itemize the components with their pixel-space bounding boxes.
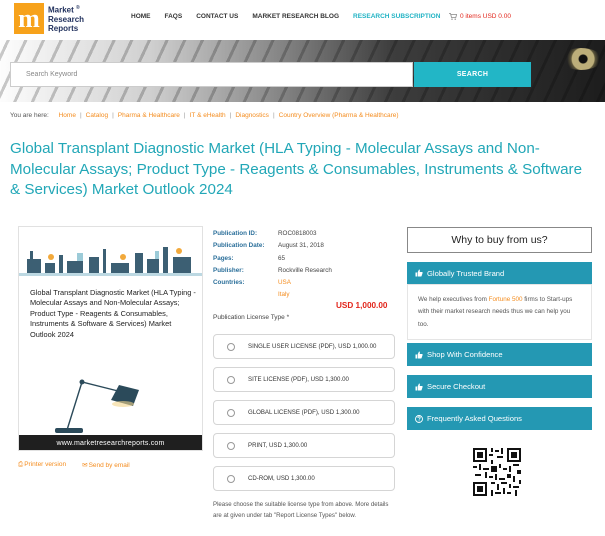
breadcrumb-home[interactable]: Home xyxy=(59,112,76,119)
cover-title: Global Transplant Diagnostic Market (HLA… xyxy=(30,288,196,339)
nav-research-subscription[interactable]: RESEARCH SUBSCRIPTION xyxy=(353,13,440,20)
license-option-site[interactable]: SITE LICENSE (PDF), USD 1,300.00 xyxy=(213,367,395,392)
tiger-eye-image xyxy=(560,48,602,70)
breadcrumb-diagnostics[interactable]: Diagnostics xyxy=(235,112,269,119)
publication-id: ROC0818003 xyxy=(278,230,317,237)
publication-date: August 31, 2018 xyxy=(278,242,324,250)
question-circle-icon xyxy=(415,414,423,423)
breadcrumb-it-ehealth[interactable]: IT & eHealth xyxy=(190,112,226,119)
secure-checkout[interactable]: Secure Checkout xyxy=(407,375,592,398)
report-cover: Global Transplant Diagnostic Market (HLA… xyxy=(18,226,203,451)
breadcrumb-pharma[interactable]: Pharma & Healthcare xyxy=(118,112,180,119)
main-nav: HOME FAQS CONTACT US MARKET RESEARCH BLO… xyxy=(131,13,440,20)
send-email-link[interactable]: ✉Send by email xyxy=(82,461,138,469)
qr-code xyxy=(471,446,523,498)
radio-button[interactable] xyxy=(227,408,235,417)
license-type-label: Publication License Type * xyxy=(213,314,290,321)
search-button[interactable]: SEARCH xyxy=(414,62,531,87)
logo-mark: m xyxy=(14,3,44,34)
cart-summary: 0 items USD 0.00 xyxy=(460,13,511,20)
thumbs-up-icon xyxy=(415,269,423,277)
license-option-single-user[interactable]: SINGLE USER LICENSE (PDF), USD 1,000.00 xyxy=(213,334,395,359)
search-input[interactable]: Search Keyword xyxy=(10,62,413,87)
pages-count: 65 xyxy=(278,254,286,262)
why-buy-heading: Why to buy from us? xyxy=(407,227,592,253)
license-option-print[interactable]: PRINT, USD 1,300.00 xyxy=(213,433,395,458)
cover-url: www.marketresearchreports.com xyxy=(19,435,202,450)
license-option-cd-rom[interactable]: CD-ROM, USD 1,300.00 xyxy=(213,466,395,491)
cover-lab-illustration xyxy=(19,227,202,283)
frequently-asked-questions[interactable]: Frequently Asked Questions xyxy=(407,407,592,430)
license-note: Please choose the suitable license type … xyxy=(213,501,389,519)
trusted-brand-description: We help executives from Fortune 500 firm… xyxy=(407,284,592,340)
publisher: Rockville Research xyxy=(278,266,332,274)
country-usa[interactable]: USA xyxy=(278,277,291,289)
radio-button[interactable] xyxy=(227,375,235,384)
breadcrumb: You are here: Home | Catalog | Pharma & … xyxy=(10,112,399,119)
site-logo[interactable]: m Market ® Research Reports xyxy=(14,2,86,35)
radio-button[interactable] xyxy=(227,474,235,483)
breadcrumb-catalog[interactable]: Catalog xyxy=(86,112,108,119)
radio-button[interactable] xyxy=(227,441,235,450)
license-option-global[interactable]: GLOBAL LICENSE (PDF), USD 1,300.00 xyxy=(213,400,395,425)
thumbs-up-icon xyxy=(415,383,423,390)
cover-lamp-illustration xyxy=(55,379,139,433)
thumbs-up-icon xyxy=(415,351,423,358)
site-header: m Market ® Research Reports HOME FAQS CO… xyxy=(0,0,605,40)
report-price: USD 1,000.00 xyxy=(336,301,388,310)
cart-link[interactable]: 0 items USD 0.00 xyxy=(449,13,511,20)
nav-blog[interactable]: MARKET RESEARCH BLOG xyxy=(252,13,339,20)
report-actions: ⎙Printer version ✉Send by email xyxy=(18,461,146,469)
breadcrumb-country-overview[interactable]: Country Overview (Pharma & Healthcare) xyxy=(279,112,399,119)
page-title: Global Transplant Diagnostic Market (HLA… xyxy=(10,140,583,198)
nav-faqs[interactable]: FAQS xyxy=(165,13,183,20)
printer-version-link[interactable]: ⎙Printer version xyxy=(18,461,74,469)
country-italy[interactable]: Italy xyxy=(278,289,290,301)
cart-icon xyxy=(449,13,457,20)
logo-text: Market ® Research Reports xyxy=(48,5,85,33)
globally-trusted-brand[interactable]: Globally Trusted Brand xyxy=(407,262,592,284)
nav-contact-us[interactable]: CONTACT US xyxy=(196,13,238,20)
publication-meta: Publication ID: ROC0818003 Publication Da… xyxy=(213,228,332,302)
nav-home[interactable]: HOME xyxy=(131,13,151,20)
shop-with-confidence[interactable]: Shop With Confidence xyxy=(407,343,592,366)
radio-button[interactable] xyxy=(227,342,235,351)
